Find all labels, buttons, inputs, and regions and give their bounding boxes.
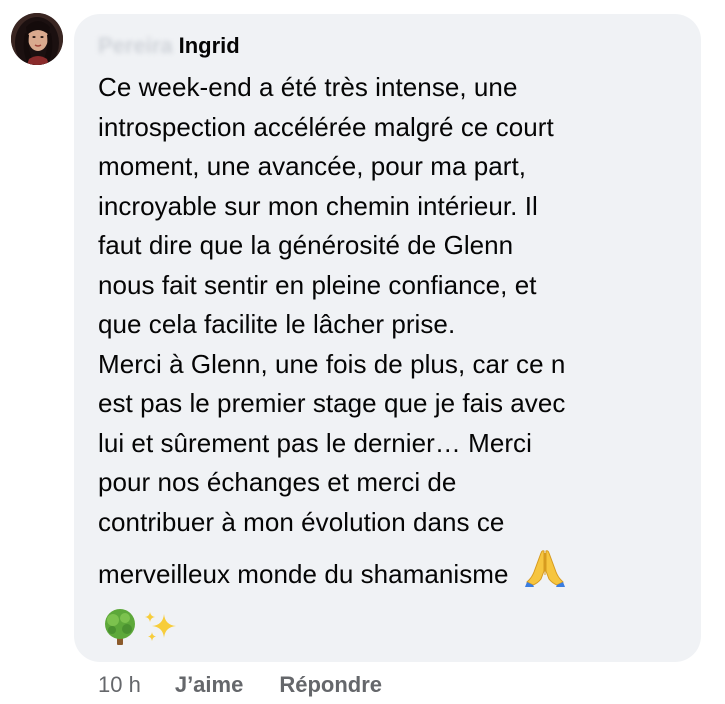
comment-text: Ce week-end a été très intense, une intr… [98, 68, 690, 590]
comment-text-line: merveilleux monde du shamanisme [98, 559, 509, 589]
comment-text-line: que cela facilite le lâcher prise. [98, 309, 456, 339]
reply-button[interactable]: Répondre [279, 672, 382, 698]
comment-text-line: lui et sûrement pas le dernier… Merci [98, 427, 532, 458]
sparkles-icon [142, 608, 180, 646]
profile-photo [11, 13, 63, 65]
comment-text-line: Merci à Glenn, une fois de plus, car ce … [98, 348, 566, 379]
comment-text-line: pour nos échanges et merci de [98, 467, 457, 497]
comment-text-line-with-emoji: merveilleux monde du shamanisme [98, 542, 690, 590]
comment-text-line: nous fait sentir en pleine confiance, et [98, 269, 537, 300]
like-button[interactable]: J’aime [175, 672, 244, 698]
tree-icon [100, 607, 140, 647]
comment-actions: 10 h J’aime Répondre [98, 672, 382, 698]
comment-text-line: est pas le premier stage que je fais ave… [98, 388, 566, 418]
comment-text-line: contribuer à mon évolution dans ce [98, 506, 505, 537]
author-surname-redacted: Pereira [98, 33, 173, 58]
comment-text-line: faut dire que la générosité de Glenn [98, 230, 514, 260]
comment-bubble: Pereira Ingrid Ce week-end a été très int… [74, 14, 701, 662]
folded-hands-icon [523, 545, 567, 589]
avatar[interactable] [11, 13, 63, 65]
emoji-row [100, 607, 180, 647]
comment-timestamp[interactable]: 10 h [98, 672, 141, 698]
comment-text-line: incroyable sur mon chemin intérieur. Il [98, 190, 538, 221]
author-name[interactable]: Ingrid [179, 33, 240, 58]
comment-author[interactable]: Pereira Ingrid [98, 34, 240, 58]
comment-text-line: Ce week-end a été très intense, une [98, 72, 518, 102]
comment-text-line: introspection accélérée malgré ce court [98, 111, 554, 142]
comment-text-line: moment, une avancée, pour ma part, [98, 151, 527, 181]
